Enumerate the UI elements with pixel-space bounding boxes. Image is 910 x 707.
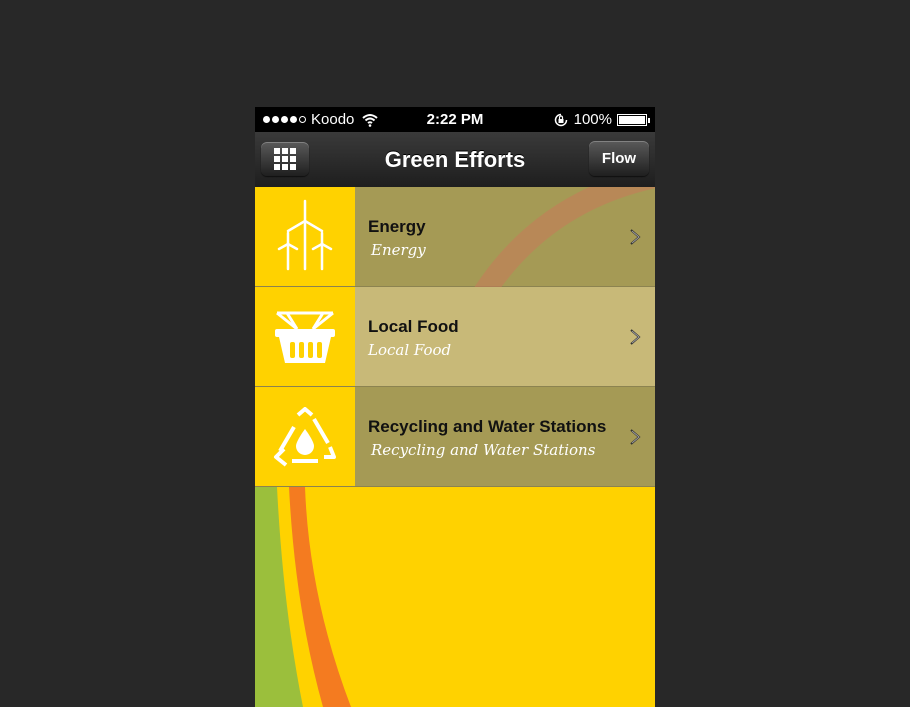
battery-percent: 100% [573, 111, 612, 128]
row-subtitle: Recycling and Water Stations [371, 441, 596, 459]
row-subtitle: Energy [371, 241, 426, 259]
wind-turbine-icon [277, 199, 333, 271]
row-title: Energy [368, 217, 426, 236]
row-content: Recycling and Water Stations Recycling a… [355, 387, 655, 486]
basket-icon [275, 311, 335, 363]
status-right: 100% [554, 111, 650, 128]
row-icon-box [255, 387, 355, 486]
navigation-bar: Green Efforts Flow [255, 132, 655, 188]
row-content: Energy Energy [355, 187, 655, 352]
row-icon-box [255, 187, 355, 286]
phone-screen: Koodo 2:22 PM 100% Green Efforts Flow En… [255, 107, 655, 707]
list-item-local-food[interactable]: Local Food Local Food [255, 287, 655, 387]
row-title: Local Food [368, 317, 459, 336]
list-item-energy[interactable]: Energy Energy [255, 187, 655, 352]
chevron-right-icon [630, 229, 641, 245]
background-stripes [255, 487, 351, 707]
chevron-right-icon [630, 429, 641, 445]
flow-button[interactable]: Flow [589, 141, 649, 176]
recycling-water-icon [274, 406, 336, 467]
list-item-recycling[interactable]: Recycling and Water Stations Recycling a… [255, 387, 655, 487]
rotation-lock-icon [554, 113, 567, 126]
row-icon-box [255, 287, 355, 386]
row-content: Local Food Local Food [355, 287, 655, 386]
battery-icon [617, 113, 650, 126]
efforts-list: Energy Energy Local Food Local Food Recy… [255, 187, 655, 487]
status-bar: Koodo 2:22 PM 100% [255, 107, 655, 132]
row-title: Recycling and Water Stations [368, 417, 607, 436]
chevron-right-icon [630, 329, 641, 345]
row-subtitle: Local Food [368, 341, 452, 359]
